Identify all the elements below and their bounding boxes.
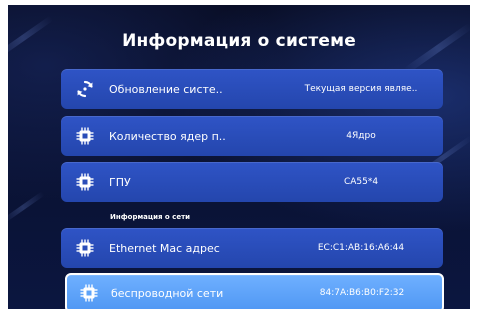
chip-icon [75,238,95,258]
item-value: Текущая версия являе.. [304,84,418,94]
tv-screen: Информация о системе Обновление систе.. … [8,5,470,309]
item-label: беспроводной сети [111,286,224,300]
ethernet-mac-item[interactable]: Ethernet Mac адрес EC:C1:AB:16:A6:44 [61,228,443,268]
gpu-item[interactable]: ГПУ CA55*4 [61,162,443,202]
item-value: 84:7A:B6:B0:F2:32 [319,288,405,298]
item-label: Обновление систе.. [109,82,223,96]
item-value: CA55*4 [343,177,379,187]
item-label: ГПУ [109,175,131,189]
network-section-title: Информация о сети [110,213,191,221]
item-label: Количество ядер п.. [109,129,226,143]
refresh-icon [75,79,95,99]
cpu-cores-item[interactable]: Количество ядер п.. 4Ядро [61,116,443,156]
item-value: 4Ядро [346,131,376,141]
system-update-item[interactable]: Обновление систе.. Текущая версия являе.… [61,69,443,109]
chip-icon [75,126,95,146]
item-label: Ethernet Mac адрес [109,241,220,255]
item-value: EC:C1:AB:16:A6:44 [317,243,405,253]
wireless-mac-item[interactable]: беспроводной сети 84:7A:B6:B0:F2:32 [65,273,444,309]
chip-icon [79,283,99,303]
chip-icon [75,172,95,192]
bg-streak [8,191,45,224]
tv-frame: Информация о системе Обновление систе.. … [0,0,477,309]
page-title: Информация о системе [122,31,356,51]
